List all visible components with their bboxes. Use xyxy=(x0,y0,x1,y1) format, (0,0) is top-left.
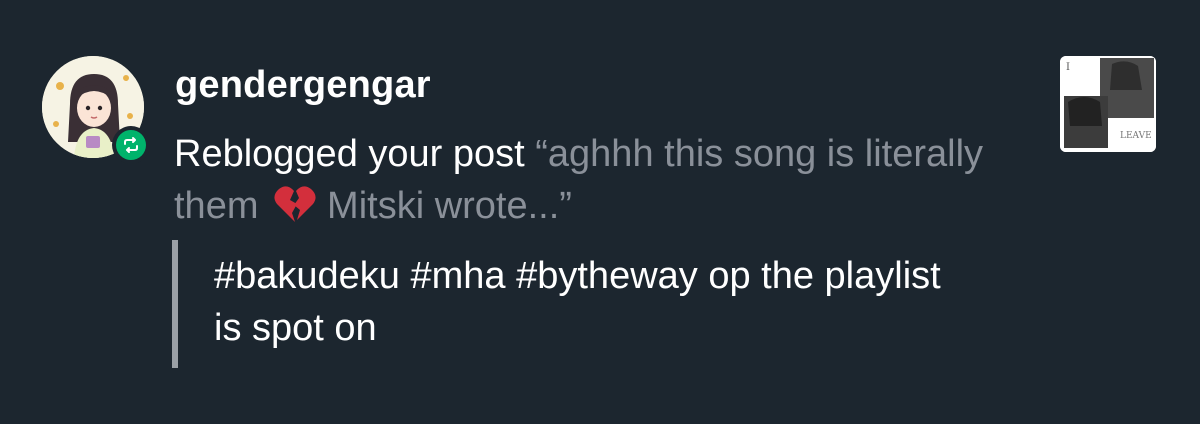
broken-heart-icon xyxy=(273,184,317,238)
thumbnail-text: LEAVE xyxy=(1120,131,1152,141)
post-thumbnail-image: I LEAVE xyxy=(1060,56,1156,152)
post-excerpt-part2: Mitski wrote...” xyxy=(327,185,572,227)
username[interactable]: gendergengar xyxy=(175,64,431,107)
post-thumbnail[interactable]: I LEAVE xyxy=(1060,56,1156,152)
svg-text:I: I xyxy=(1066,62,1070,73)
activity-text[interactable]: Reblogged your post “aghhh this song is … xyxy=(174,128,1034,238)
reblog-notification[interactable]: gendergengar Reblogged your post “aghhh … xyxy=(0,0,1200,424)
post-tags: #bakudeku #mha #bytheway op the playlist… xyxy=(214,255,941,349)
reblog-badge xyxy=(112,126,150,164)
reblog-icon xyxy=(124,137,138,153)
avatar-container[interactable] xyxy=(42,56,150,164)
action-text: Reblogged your post xyxy=(174,133,536,175)
tags-quote-block: #bakudeku #mha #bytheway op the playlist… xyxy=(172,240,998,368)
